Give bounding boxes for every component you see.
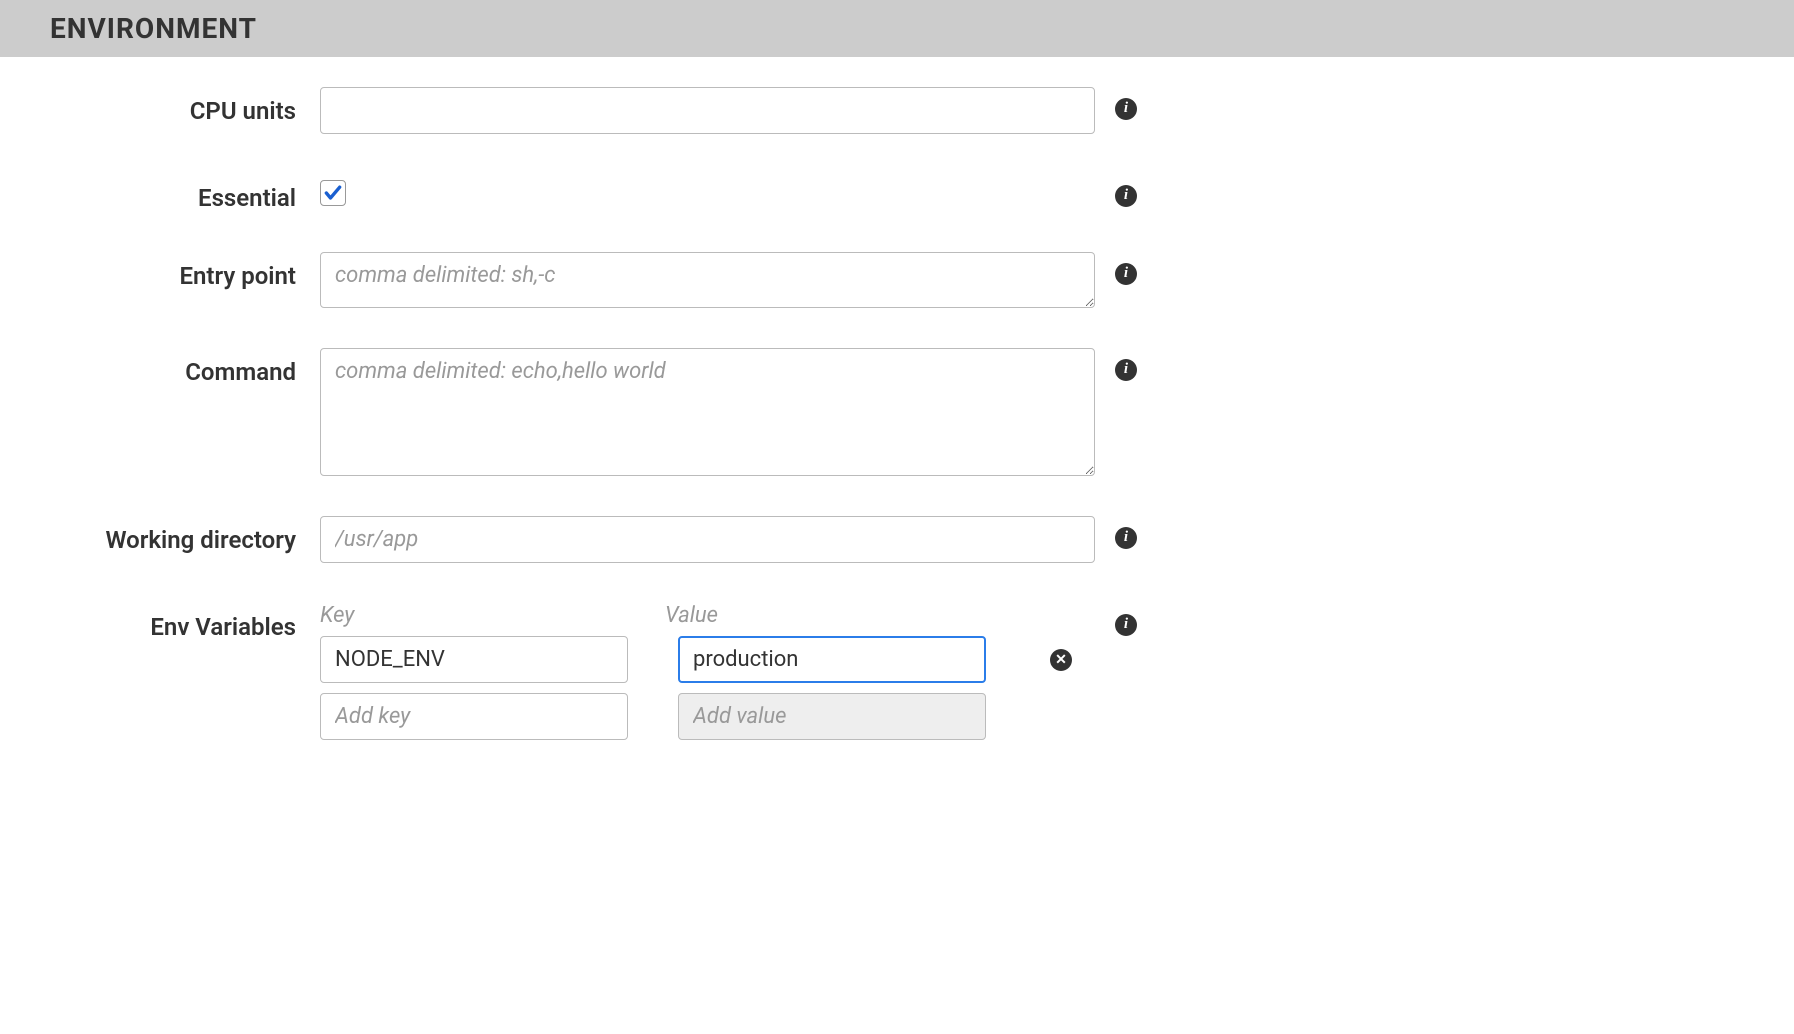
remove-env-var-icon[interactable]: ✕ — [1050, 649, 1072, 671]
info-icon[interactable]: i — [1115, 185, 1137, 207]
info-icon[interactable]: i — [1115, 614, 1137, 636]
env-value-input[interactable] — [678, 636, 986, 683]
info-icon[interactable]: i — [1115, 98, 1137, 120]
env-add-key-input[interactable] — [320, 693, 628, 740]
cpu-units-input[interactable] — [320, 87, 1095, 134]
env-var-add-row — [320, 693, 1095, 740]
info-icon[interactable]: i — [1115, 263, 1137, 285]
label-command: Command — [50, 348, 320, 386]
label-working-directory: Working directory — [50, 516, 320, 554]
form-area: CPU units i Essential i Entry point — [0, 57, 1794, 820]
row-entry-point: Entry point i — [50, 252, 1744, 308]
label-essential: Essential — [50, 174, 320, 212]
row-essential: Essential i — [50, 174, 1744, 212]
label-entry-point: Entry point — [50, 252, 320, 290]
essential-checkbox[interactable] — [320, 180, 346, 206]
row-env-variables: Env Variables Key Value ✕ — [50, 603, 1744, 740]
label-cpu-units: CPU units — [50, 87, 320, 125]
info-icon[interactable]: i — [1115, 359, 1137, 381]
row-cpu-units: CPU units i — [50, 87, 1744, 134]
working-directory-input[interactable] — [320, 516, 1095, 563]
row-command: Command i — [50, 348, 1744, 476]
entry-point-input[interactable] — [320, 252, 1095, 308]
env-add-value-input[interactable] — [678, 693, 986, 740]
env-key-input[interactable] — [320, 636, 628, 683]
row-working-directory: Working directory i — [50, 516, 1744, 563]
env-key-header: Key — [320, 603, 615, 628]
command-input[interactable] — [320, 348, 1095, 476]
info-icon[interactable]: i — [1115, 527, 1137, 549]
label-env-variables: Env Variables — [50, 603, 320, 641]
checkmark-icon — [323, 183, 343, 203]
section-header: ENVIRONMENT — [0, 0, 1794, 57]
env-value-header: Value — [665, 603, 960, 628]
env-var-row: ✕ — [320, 636, 1095, 683]
